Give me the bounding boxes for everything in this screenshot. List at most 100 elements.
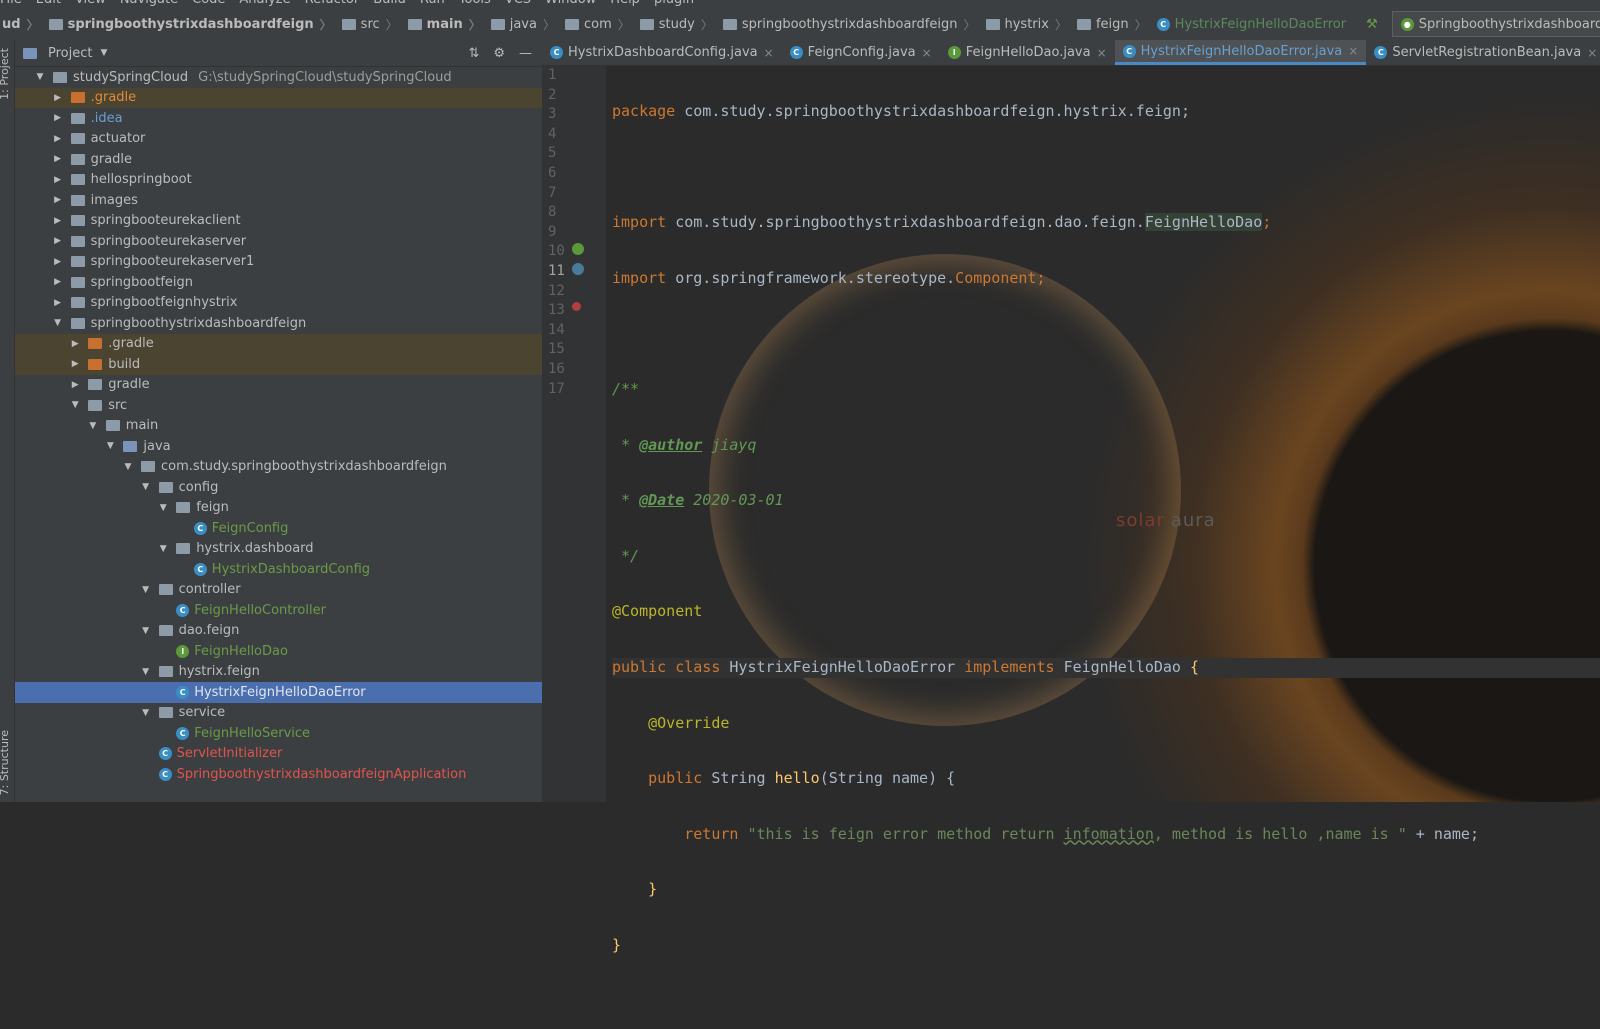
tree-node[interactable]: C SpringboothystrixdashboardfeignApplicat… [15, 764, 542, 785]
tree-node[interactable]: ▶ images [15, 190, 542, 211]
collapsed-arrow-icon[interactable]: ▶ [70, 380, 80, 390]
breadcrumb-item[interactable]: study 〉 [638, 16, 721, 33]
close-icon[interactable]: × [922, 46, 932, 60]
collapsed-arrow-icon[interactable]: ▶ [70, 339, 80, 349]
collapse-all-icon[interactable]: ⇅ [468, 46, 479, 61]
expanded-arrow-icon[interactable]: ▼ [141, 585, 151, 595]
expanded-arrow-icon[interactable]: ▼ [35, 72, 45, 82]
collapsed-arrow-icon[interactable]: ▶ [53, 236, 63, 246]
collapsed-arrow-icon[interactable]: ▶ [53, 257, 63, 267]
tree-node[interactable]: ▼ studySpringCloud G:\studySpringCloud\stu… [15, 67, 542, 88]
collapsed-arrow-icon[interactable]: ▶ [53, 298, 63, 308]
tree-node[interactable]: ▼ main [15, 416, 542, 437]
tree-node[interactable]: ▶ actuator [15, 129, 542, 150]
tree-node[interactable]: C HystrixDashboardConfig [15, 559, 542, 580]
close-icon[interactable]: × [1348, 44, 1358, 58]
editor-tab[interactable]: I FeignHelloDao.java × [940, 40, 1115, 65]
tree-node[interactable]: ▶ .gradle [15, 333, 542, 354]
tree-node[interactable]: C FeignConfig [15, 518, 542, 539]
breadcrumb-item[interactable]: C HystrixFeignHelloDaoError [1155, 17, 1348, 32]
tree-node[interactable]: ▶ hellospringboot [15, 170, 542, 191]
collapsed-arrow-icon[interactable]: ▶ [53, 93, 63, 103]
menu-item[interactable]: VCS [505, 0, 531, 7]
tree-node[interactable]: I FeignHelloDao [15, 641, 542, 662]
tree-node[interactable]: ▼ src [15, 395, 542, 416]
menu-item[interactable]: Build [373, 0, 406, 7]
expanded-arrow-icon[interactable]: ▼ [141, 667, 151, 677]
expanded-arrow-icon[interactable]: ▼ [123, 462, 133, 472]
tree-node[interactable]: C ServletInitializer [15, 744, 542, 765]
project-panel-title[interactable]: Project [48, 46, 92, 61]
structure-tool-tab[interactable]: 7: Structure [0, 730, 11, 795]
menu-item[interactable]: plugin [654, 0, 694, 7]
collapsed-arrow-icon[interactable]: ▶ [53, 195, 63, 205]
editor-tab[interactable]: C HystrixFeignHelloDaoError.java × [1114, 40, 1367, 65]
tree-node[interactable]: ▶ build [15, 354, 542, 375]
close-icon[interactable]: × [1587, 46, 1597, 60]
collapsed-arrow-icon[interactable]: ▶ [53, 175, 63, 185]
menu-item[interactable]: Code [192, 0, 225, 7]
breadcrumb-item[interactable]: main 〉 [406, 16, 489, 33]
breadcrumb-item[interactable]: src 〉 [340, 16, 406, 33]
menu-item[interactable]: Refactor [305, 0, 360, 7]
expanded-arrow-icon[interactable]: ▼ [88, 421, 98, 431]
menu-item[interactable]: Window [545, 0, 596, 7]
code-editor[interactable]: package com.study.springboothystrixdashb… [612, 66, 1600, 1029]
menu-item[interactable]: Run [420, 0, 445, 7]
expanded-arrow-icon[interactable]: ▼ [53, 318, 63, 328]
close-icon[interactable]: × [764, 46, 774, 60]
expanded-arrow-icon[interactable]: ▼ [141, 708, 151, 718]
collapsed-arrow-icon[interactable]: ▶ [53, 277, 63, 287]
tree-node[interactable]: ▶ springbooteurekaserver [15, 231, 542, 252]
tree-node[interactable]: ▼ springboothystrixdashboardfeign [15, 313, 542, 334]
close-icon[interactable]: × [1097, 46, 1107, 60]
breadcrumb-item[interactable]: java 〉 [489, 16, 563, 33]
run-configuration-select[interactable]: ● SpringboothystrixdashboardfeignApplica… [1391, 11, 1600, 37]
editor-tab[interactable]: C HystrixDashboardConfig.java × [542, 40, 782, 65]
collapsed-arrow-icon[interactable]: ▶ [53, 113, 63, 123]
menu-item[interactable]: Analyze [239, 0, 290, 7]
tree-node[interactable]: ▼ java [15, 436, 542, 457]
project-tool-tab[interactable]: 1: Project [0, 48, 11, 100]
tree-node[interactable]: ▼ hystrix.feign [15, 662, 542, 683]
editor-tab[interactable]: C FeignConfig.java × [782, 40, 940, 65]
build-hammer-icon[interactable]: ⚒ [1366, 16, 1378, 32]
menu-item[interactable]: Edit [36, 0, 61, 7]
breadcrumb-item[interactable]: springboothystrixdashboardfeign 〉 [47, 16, 340, 33]
breadcrumb-item[interactable]: springboothystrixdashboardfeign 〉 [721, 16, 984, 33]
menu-item[interactable]: File [0, 0, 22, 7]
expanded-arrow-icon[interactable]: ▼ [141, 482, 151, 492]
collapsed-arrow-icon[interactable]: ▶ [53, 154, 63, 164]
tree-node[interactable]: ▶ springbooteurekaclient [15, 211, 542, 232]
tree-node[interactable]: ▼ service [15, 703, 542, 724]
chevron-down-icon[interactable]: ▼ [100, 48, 107, 58]
gear-icon[interactable]: ⚙ [493, 46, 505, 61]
tree-node[interactable]: C FeignHelloController [15, 600, 542, 621]
tree-node[interactable]: ▼ hystrix.dashboard [15, 539, 542, 560]
expanded-arrow-icon[interactable]: ▼ [141, 626, 151, 636]
expanded-arrow-icon[interactable]: ▼ [105, 441, 115, 451]
breadcrumb-item[interactable]: hystrix 〉 [984, 16, 1075, 33]
tree-node[interactable]: C HystrixFeignHelloDaoError [15, 682, 542, 703]
menu-item[interactable]: View [75, 0, 106, 7]
breadcrumb-item[interactable]: com 〉 [563, 16, 638, 33]
tree-node[interactable]: ▼ config [15, 477, 542, 498]
expanded-arrow-icon[interactable]: ▼ [70, 400, 80, 410]
expanded-arrow-icon[interactable]: ▼ [158, 544, 168, 554]
expanded-arrow-icon[interactable]: ▼ [158, 503, 168, 513]
tree-node[interactable]: ▶ springbootfeign [15, 272, 542, 293]
tree-node[interactable]: ▶ gradle [15, 375, 542, 396]
menu-item[interactable]: Help [610, 0, 640, 7]
breadcrumb-item[interactable]: ud 〉 [0, 16, 47, 33]
tree-node[interactable]: ▼ controller [15, 580, 542, 601]
editor-tab[interactable]: C ServletRegistrationBean.java × [1366, 40, 1600, 65]
breadcrumb-item[interactable]: feign 〉 [1075, 16, 1155, 33]
tree-node[interactable]: ▶ gradle [15, 149, 542, 170]
tree-node[interactable]: ▶ .gradle [15, 87, 542, 108]
tree-node[interactable]: ▶ springbootfeignhystrix [15, 293, 542, 314]
tree-node[interactable]: ▼ com.study.springboothystrixdashboardfei… [15, 457, 542, 478]
menu-item[interactable]: Navigate [120, 0, 178, 7]
menu-item[interactable]: Tools [459, 0, 491, 7]
tree-node[interactable]: ▼ feign [15, 498, 542, 519]
hide-panel-icon[interactable]: — [519, 46, 532, 61]
